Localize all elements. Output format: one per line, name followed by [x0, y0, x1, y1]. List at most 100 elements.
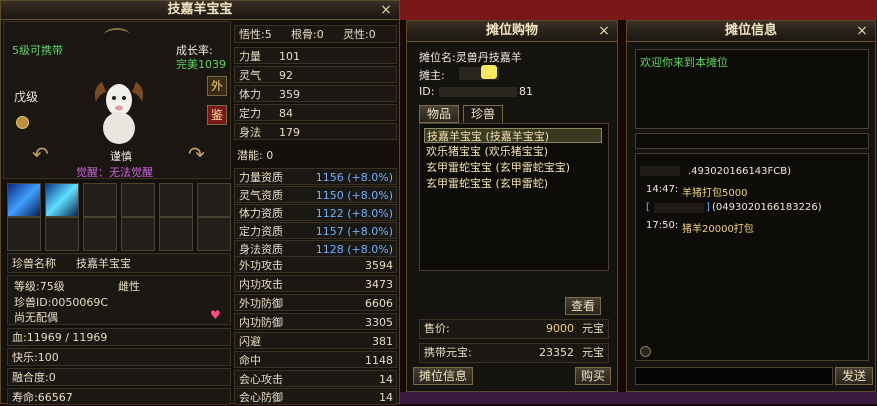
bone-stat: 根骨:0 — [291, 28, 324, 41]
combat-label: 内功防御 — [239, 316, 283, 329]
skill-slot-10[interactable] — [121, 217, 155, 251]
combat-row: 命中 1148 — [234, 351, 397, 368]
carry-unit: 元宝 — [582, 346, 604, 359]
close-icon[interactable]: × — [855, 21, 869, 41]
combat-label: 会心防御 — [239, 391, 283, 404]
pet-name-value: 技嘉羊宝宝 — [76, 257, 131, 270]
pet-portrait-area: 5级可携带 成长率: 完美1039 戊级 外 鉴 ↶ ↷ 谨慎 觉醒：无法觉醒 — [3, 21, 231, 179]
aptitude-label: 力量资质 — [239, 171, 283, 184]
rotate-left-icon[interactable]: ↶ — [32, 142, 49, 166]
list-item[interactable]: 玄甲雷蛇宝宝 (玄甲雷蛇宝宝) — [424, 160, 570, 175]
aptitude-value: 1156 (+8.0%) — [315, 171, 393, 184]
attr-row: 灵气 92 — [234, 66, 397, 83]
ornament-icon — [104, 28, 130, 42]
skill-slot-8[interactable] — [45, 217, 79, 251]
pet-window-titlebar: 技嘉羊宝宝 — [1, 1, 399, 20]
carry-value: 23352 — [539, 346, 574, 359]
aptitude-row: 定力资质 1157 (+8.0%) — [234, 222, 397, 239]
background-banner — [400, 0, 877, 20]
growth-value: 完美1039 — [176, 58, 226, 71]
attr-label: 定力 — [239, 107, 261, 120]
attr-label: 身法 — [239, 126, 261, 139]
combat-row: 外功防御 6606 — [234, 294, 397, 311]
combat-row: 会心防御 14 — [234, 388, 397, 405]
skill-slot-12[interactable] — [197, 217, 231, 251]
combat-label: 闪避 — [239, 335, 261, 348]
attr-label: 体力 — [239, 88, 261, 101]
note-input[interactable] — [635, 133, 869, 149]
appraise-button[interactable]: 鉴 — [207, 105, 227, 125]
skill-slot-9[interactable] — [83, 217, 117, 251]
tab-pets[interactable]: 珍兽 — [463, 105, 503, 123]
carry-row: 携带元宝: 23352 元宝 — [419, 343, 609, 363]
aptitude-row: 体力资质 1122 (+8.0%) — [234, 204, 397, 221]
welcome-box: 欢迎你来到本摊位 — [635, 49, 869, 129]
combat-value: 6606 — [365, 297, 393, 310]
aptitude-label: 身法资质 — [239, 243, 283, 256]
combat-row: 外功攻击 3594 — [234, 256, 397, 273]
attr-label: 灵气 — [239, 69, 261, 82]
price-unit: 元宝 — [582, 322, 604, 335]
close-icon[interactable]: × — [597, 21, 611, 41]
heart-icon: ♥ — [210, 308, 221, 322]
tab-items[interactable]: 物品 — [419, 105, 459, 123]
list-item[interactable]: 技嘉羊宝宝 (技嘉羊宝宝) — [424, 128, 602, 143]
stall-info-titlebar: 摊位信息 — [627, 21, 875, 42]
pet-window: 技嘉羊宝宝 × 5级可携带 成长率: 完美1039 戊级 外 鉴 ↶ ↷ 谨慎 … — [0, 0, 400, 405]
pet-spouse-text: 尚无配偶 — [14, 311, 58, 324]
rotate-right-icon[interactable]: ↷ — [188, 142, 205, 166]
close-icon[interactable]: × — [379, 1, 393, 19]
stall-buy-window: 摊位购物 × 摊位名:灵兽丹技嘉羊 摊主: ID: 81 物品 珍兽 技嘉羊宝宝… — [406, 20, 618, 392]
fusion-row: 融合度:0 — [7, 368, 231, 386]
buy-button[interactable]: 购买 — [575, 367, 611, 385]
welcome-text: 欢迎你来到本摊位 — [640, 56, 728, 69]
list-item[interactable]: 欢乐猪宝宝 (欢乐猪宝宝) — [424, 144, 548, 159]
grade-text: 戊级 — [14, 90, 39, 104]
skill-slot-2[interactable] — [45, 183, 79, 217]
combat-value: 3473 — [365, 278, 393, 291]
scroll-handle-icon[interactable] — [640, 346, 651, 357]
skill-slot-1[interactable] — [7, 183, 41, 217]
stall-owner-text: 摊主: — [419, 69, 445, 82]
chat-input[interactable] — [635, 367, 833, 385]
aptitude-label: 灵气资质 — [239, 189, 283, 202]
attr-value: 92 — [279, 69, 293, 82]
outer-button[interactable]: 外 — [207, 76, 227, 96]
attr-row: 体力 359 — [234, 85, 397, 102]
combat-label: 会心攻击 — [239, 373, 283, 386]
view-button[interactable]: 查看 — [565, 297, 601, 315]
goat-pet-image — [90, 72, 148, 146]
awaken-text: 觉醒：无法觉醒 — [76, 166, 153, 179]
pet-gender-text: 雌性 — [118, 280, 140, 293]
skill-slot-11[interactable] — [159, 217, 193, 251]
message-bracket-right: ] — [706, 202, 710, 213]
skill-slot-4[interactable] — [121, 183, 155, 217]
pet-name-row: 珍兽名称 技嘉羊宝宝 — [7, 253, 231, 273]
combat-row: 闪避 381 — [234, 332, 397, 349]
attr-value: 84 — [279, 107, 293, 120]
attr-row: 力量 101 — [234, 47, 397, 64]
aptitude-row: 力量资质 1156 (+8.0%) — [234, 168, 397, 185]
skill-slot-3[interactable] — [83, 183, 117, 217]
stall-buy-titlebar: 摊位购物 — [407, 21, 617, 42]
stall-info-title: 摊位信息 — [724, 23, 777, 38]
price-row: 售价: 9000 元宝 — [419, 319, 609, 339]
pet-list: 技嘉羊宝宝 (技嘉羊宝宝) 欢乐猪宝宝 (欢乐猪宝宝) 玄甲雷蛇宝宝 (玄甲雷蛇… — [419, 123, 609, 271]
send-button[interactable]: 发送 — [835, 367, 873, 385]
message-masked — [640, 166, 680, 176]
combat-label: 内功攻击 — [239, 278, 283, 291]
combat-value: 381 — [372, 335, 393, 348]
list-item[interactable]: 玄甲雷蛇宝宝 (玄甲雷蛇) — [424, 176, 548, 191]
message-log: .493020166143FCB) 14:47: 羊猪打包5000 [ ] (0… — [635, 153, 869, 361]
stall-id-masked — [439, 87, 517, 97]
skill-slot-5[interactable] — [159, 183, 193, 217]
skill-slot-7[interactable] — [7, 217, 41, 251]
lifespan-row: 寿命:66567 — [7, 388, 231, 405]
attr-value: 101 — [279, 50, 300, 63]
combat-value: 1148 — [365, 354, 393, 367]
message-bracket-left: [ — [646, 202, 650, 213]
combat-value: 3305 — [365, 316, 393, 329]
stall-info-button[interactable]: 摊位信息 — [413, 367, 473, 385]
skill-slot-6[interactable] — [197, 183, 231, 217]
aptitude-row: 灵气资质 1150 (+8.0%) — [234, 186, 397, 203]
